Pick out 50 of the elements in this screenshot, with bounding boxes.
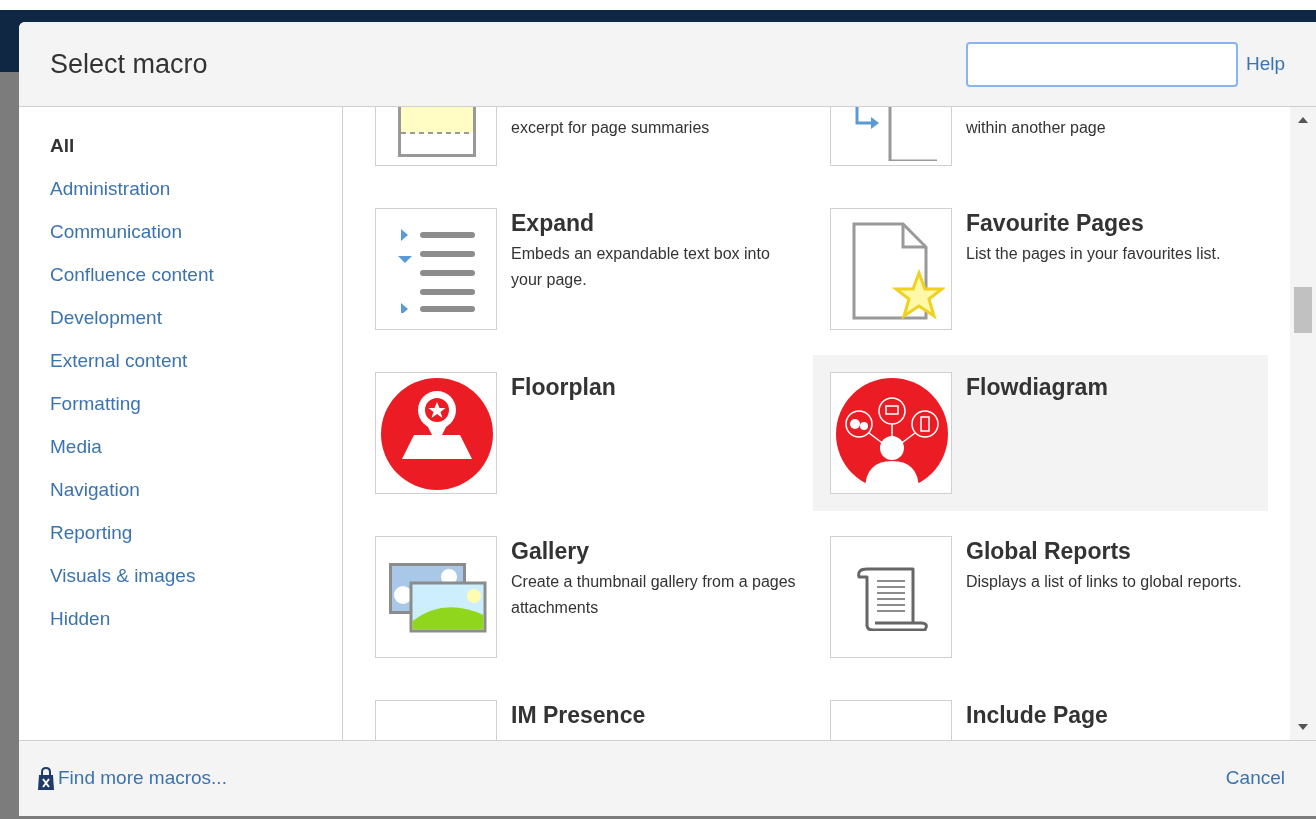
search-field[interactable] xyxy=(965,41,1238,87)
macro-item[interactable]: IM Presence xyxy=(358,683,813,740)
macro-description: List the pages in your favourites list. xyxy=(966,244,1222,264)
shopping-bag-icon xyxy=(37,766,55,791)
scroll-document-icon xyxy=(855,567,929,631)
macro-item[interactable]: Floorplan xyxy=(358,355,813,511)
macro-description: excerpt for page summaries xyxy=(511,118,711,138)
macro-title: IM Presence xyxy=(511,701,646,729)
landscape-pictures-icon xyxy=(389,563,487,633)
macro-item[interactable]: excerpt for page summaries xyxy=(358,107,813,183)
dialog-title: Select macro xyxy=(50,47,209,81)
category-link[interactable]: Media xyxy=(50,431,342,463)
scroll-down-icon[interactable] xyxy=(1298,724,1308,730)
category-link[interactable]: Administration xyxy=(50,173,342,205)
macro-description: within another page xyxy=(966,118,1107,138)
help-link[interactable]: Help xyxy=(1245,49,1285,79)
macro-title: Favourite Pages xyxy=(966,209,1145,237)
category-link[interactable]: Hidden xyxy=(50,603,342,635)
scrollbar-thumb[interactable] xyxy=(1294,287,1312,333)
macro-title: Global Reports xyxy=(966,537,1132,565)
category-link[interactable]: Navigation xyxy=(50,474,342,506)
macro-title: Gallery xyxy=(511,537,590,565)
category-link[interactable]: Development xyxy=(50,302,342,334)
macro-item[interactable]: Flowdiagram xyxy=(813,355,1268,511)
scrollbar[interactable] xyxy=(1290,107,1316,740)
macro-title: Expand xyxy=(511,209,596,237)
category-link[interactable]: All xyxy=(50,130,342,162)
page-with-star-icon xyxy=(851,221,945,321)
macro-description: Displays a list of links to global reports. xyxy=(966,572,1243,592)
category-link[interactable]: External content xyxy=(50,345,342,377)
category-link[interactable]: Reporting xyxy=(50,517,342,549)
cancel-button[interactable]: Cancel xyxy=(1225,764,1285,793)
find-more-macros-link[interactable]: Find more macros... xyxy=(58,764,1226,793)
macro-item[interactable]: Global Reports Displays a list of links to global reports. xyxy=(813,519,1268,675)
macro-description: Embeds an expandable text box into your page. xyxy=(511,244,771,290)
expandable-list-icon xyxy=(398,227,476,313)
category-link[interactable]: Formatting xyxy=(50,388,342,420)
macro-item[interactable]: Include Page xyxy=(813,683,1268,740)
macro-item[interactable]: Favourite Pages List the pages in your favourites list. xyxy=(813,191,1268,347)
macro-description: Create a thumbnail gallery from a pages attachments xyxy=(511,572,796,618)
category-link[interactable]: Visuals & images xyxy=(50,560,342,592)
macro-item[interactable]: within another page xyxy=(813,107,1268,183)
macro-title: Flowdiagram xyxy=(966,373,1108,401)
category-link[interactable]: Communication xyxy=(50,216,342,248)
macro-item[interactable]: Gallery Create a thumbnail gallery from a pages attachments xyxy=(358,519,813,675)
scroll-up-icon[interactable] xyxy=(1298,117,1308,123)
category-link[interactable]: Confluence content xyxy=(50,259,342,291)
macro-item[interactable]: Expand Embeds an expandable text box into your page. xyxy=(358,191,813,347)
macro-title: Include Page xyxy=(966,701,1108,729)
macro-title: Floorplan xyxy=(511,373,616,401)
